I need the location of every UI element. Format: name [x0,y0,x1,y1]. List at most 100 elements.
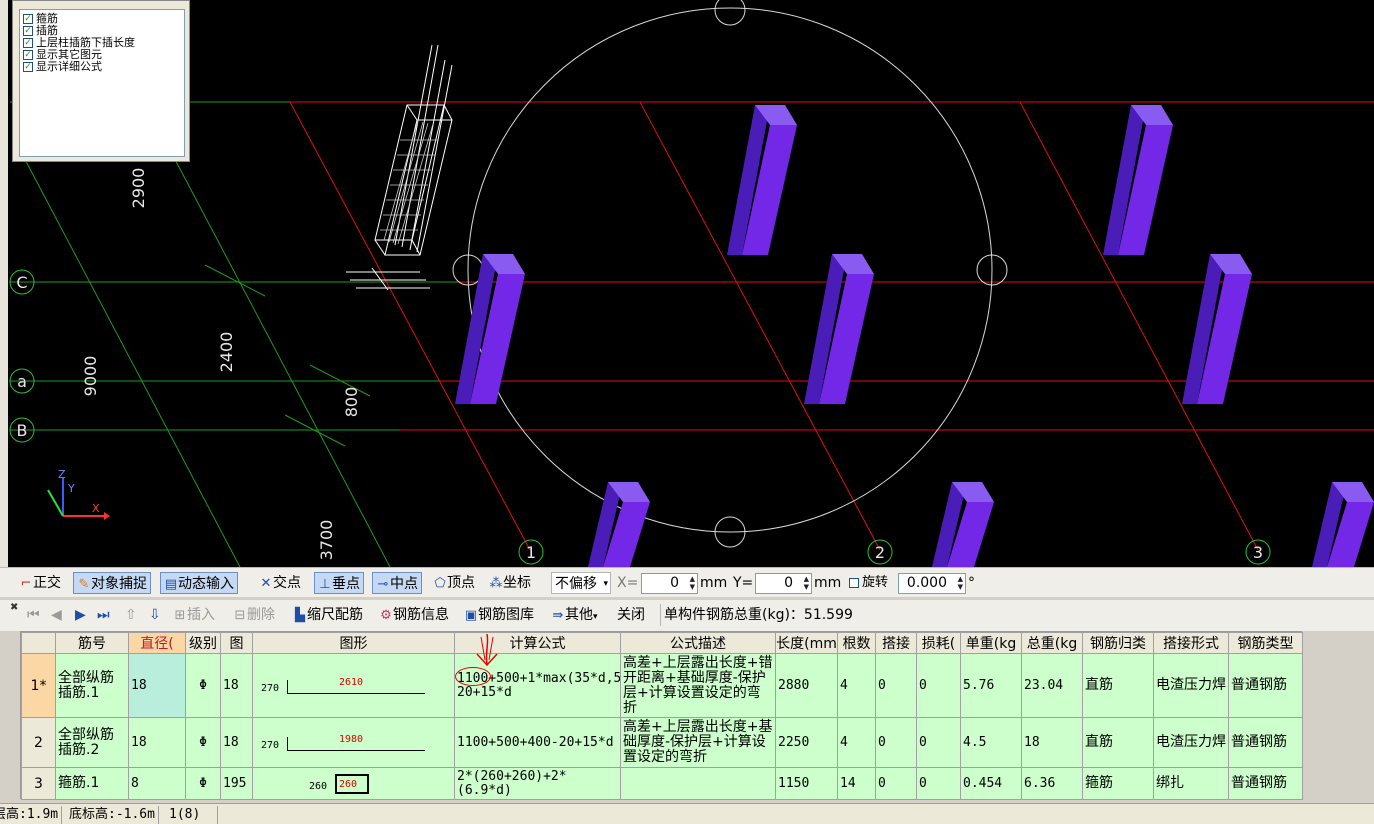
cell-category[interactable]: 直筋 [1082,717,1154,768]
drawing-canvas[interactable]: C a B 1 2 3 2900 2400 9000 800 3700 Z Y … [0,0,1374,567]
checkbox-empty-icon[interactable] [849,577,859,588]
close-button[interactable]: 关闭 [614,604,648,626]
vertex-button[interactable]: ⬠顶点 [430,572,478,594]
cell-grade[interactable]: Φ [185,767,221,800]
cell-unit-weight[interactable]: 5.76 [960,653,1022,718]
rebar-info-button[interactable]: ⚙钢筋信息 [376,604,452,626]
cell-total-weight[interactable]: 23.04 [1021,653,1083,718]
cell-total-weight[interactable]: 18 [1021,717,1083,768]
cell-length[interactable]: 2250 [775,717,838,768]
column[interactable] [1103,105,1173,255]
row-header[interactable]: 2 [21,717,56,768]
cell-count[interactable]: 4 [837,717,876,768]
col-header[interactable]: 级别 [185,632,221,654]
offset-dropdown[interactable]: 不偏移 ▾ [551,572,611,594]
prev-record-icon[interactable]: ◀ [48,604,65,626]
cell-type[interactable]: 普通钢筋 [1228,653,1303,718]
col-header[interactable]: 钢筋类型 [1228,632,1303,654]
col-header[interactable]: 根数 [837,632,876,654]
table-row[interactable]: 1* 全部纵筋插筋.1 18 Φ 18 270 2610 1100+500+1*… [21,653,1303,718]
cell-loss[interactable]: 0 [916,717,961,768]
cell-unit-weight[interactable]: 4.5 [960,717,1022,768]
cell-diameter[interactable]: 18 [128,717,186,768]
x-input[interactable]: 0 ▲ ▼ [641,573,698,594]
perpendicular-button[interactable]: ⊥垂点 [314,572,364,594]
cell-loss[interactable]: 0 [916,653,961,718]
checkbox-checked-icon[interactable]: ✓ [23,50,33,60]
table-row[interactable]: 3 箍筋.1 8 Φ 195 260 260 2*(260+260)+2*(6.… [21,767,1303,800]
cell-desc[interactable]: 高差+上层露出长度+错开距离+基础厚度-保护层+计算设置设定的弯折 [620,653,776,718]
column[interactable] [727,105,797,255]
panel-close-icon[interactable]: ✖ [10,602,18,613]
spinner-icon[interactable]: ▲ ▼ [690,575,695,591]
cell-count[interactable]: 14 [837,767,876,800]
spinner-icon[interactable]: ▲ ▼ [804,575,809,591]
row-header[interactable]: 1* [21,653,56,718]
column[interactable] [588,482,650,567]
column[interactable] [932,482,994,567]
cell-lap-form[interactable]: 电渣压力焊 [1153,653,1229,718]
col-header[interactable]: 搭接 [875,632,917,654]
rotate-input[interactable]: 0.000 ▲ ▼ [898,573,966,594]
cell-lap[interactable]: 0 [875,653,917,718]
col-header[interactable]: 钢筋归类 [1082,632,1154,654]
intersection-button[interactable]: ✕ 交点 [256,572,304,594]
col-header[interactable]: 图形 [252,632,455,654]
checkbox-checked-icon[interactable]: ✓ [23,62,33,72]
table-row[interactable]: 2 全部纵筋插筋.2 18 Φ 18 270 1980 1100+500+400… [21,717,1303,768]
cell-type[interactable]: 普通钢筋 [1228,717,1303,768]
cell-lap[interactable]: 0 [875,717,917,768]
cell-category[interactable]: 箍筋 [1082,767,1154,800]
cell-formula[interactable]: 1100+500+400-20+15*d [454,717,621,768]
cell-diameter[interactable]: 18 [128,653,186,718]
ortho-button[interactable]: ⌐ 正交 [16,572,64,594]
next-record-icon[interactable]: ▶ [72,604,89,626]
3d-viewport[interactable]: C a B 1 2 3 2900 2400 9000 800 3700 Z Y … [0,0,1374,567]
cell-name[interactable]: 全部纵筋插筋.2 [55,717,129,768]
dynamic-input-button[interactable]: ▤动态输入 [160,572,238,594]
cell-shape[interactable]: 260 260 [252,767,455,800]
cell-count[interactable]: 4 [837,653,876,718]
other-menu-button[interactable]: ⇛ 其他▾ [548,604,601,626]
cell-shape[interactable]: 270 1980 [252,717,455,768]
cell-lap-form[interactable]: 绑扎 [1153,767,1229,800]
scale-rebar-button[interactable]: ▙ 缩尺配筋 [290,604,366,626]
spinner-icon[interactable]: ▲ ▼ [958,575,963,591]
row-header[interactable]: 3 [21,767,56,800]
cell-name[interactable]: 全部纵筋插筋.1 [55,653,129,718]
cell-length[interactable]: 1150 [775,767,838,800]
coordinate-button[interactable]: ⁂坐标 [486,572,534,594]
col-header[interactable]: 损耗( [916,632,961,654]
rebar-wireframe[interactable] [346,44,453,291]
y-input[interactable]: 0 ▲ ▼ [755,573,812,594]
checkbox-checked-icon[interactable]: ✓ [23,38,33,48]
col-header[interactable]: 筋号 [55,632,129,654]
cell-desc[interactable] [620,767,776,800]
checkbox-checked-icon[interactable]: ✓ [23,14,33,24]
cell-figure[interactable]: 195 [220,767,253,800]
col-header[interactable]: 直径( [128,632,186,654]
col-header[interactable]: 搭接形式 [1153,632,1229,654]
last-record-icon[interactable]: ⏭ [94,604,113,626]
cell-desc[interactable]: 高差+上层露出长度+基础厚度-保护层+计算设置设定的弯折 [620,717,776,768]
column[interactable] [1312,482,1374,567]
cell-type[interactable]: 普通钢筋 [1228,767,1303,800]
checkbox-checked-icon[interactable]: ✓ [23,26,33,36]
cell-grade[interactable]: Φ [185,653,221,718]
object-snap-button[interactable]: ✎ 对象捕捉 [73,572,151,594]
midpoint-button[interactable]: ⊸ 中点 [372,572,422,594]
cell-loss[interactable]: 0 [916,767,961,800]
cell-figure[interactable]: 18 [220,653,253,718]
col-header[interactable]: 单重(kg [960,632,1022,654]
cell-formula[interactable]: 2*(260+260)+2*(6.9*d) [454,767,621,800]
delete-button[interactable]: ⊟ 删除 [230,604,278,626]
cell-name[interactable]: 箍筋.1 [55,767,129,800]
cell-lap[interactable]: 0 [875,767,917,800]
cell-unit-weight[interactable]: 0.454 [960,767,1022,800]
rotate-checkbox[interactable]: 旋转 [846,572,891,594]
insert-button[interactable]: ⊞ 插入 [170,604,218,626]
cell-lap-form[interactable]: 电渣压力焊 [1153,717,1229,768]
cell-total-weight[interactable]: 6.36 [1021,767,1083,800]
col-header[interactable]: 图 [220,632,253,654]
col-header[interactable]: 长度(mm [775,632,838,654]
